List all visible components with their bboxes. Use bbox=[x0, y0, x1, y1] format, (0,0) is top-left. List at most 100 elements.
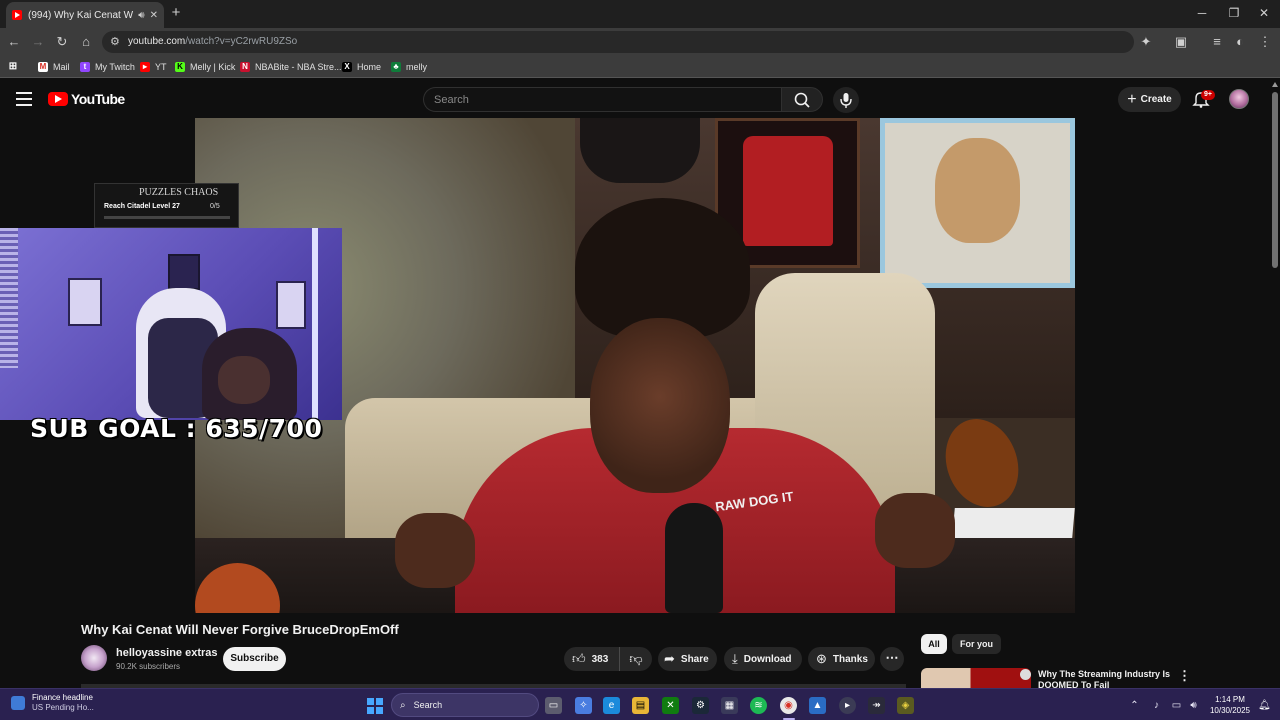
tray-overflow-icon[interactable]: ⌃ bbox=[1128, 699, 1141, 712]
microphone-prop bbox=[665, 503, 723, 613]
channel-badge-icon bbox=[1020, 669, 1031, 680]
new-tab-icon[interactable]: + bbox=[168, 5, 184, 21]
bookmark-nbabite[interactable]: N NBABite - NBA Stre... bbox=[240, 60, 342, 74]
minimize-icon[interactable]: ─ bbox=[1195, 6, 1209, 20]
reload-icon[interactable]: ↻ bbox=[54, 34, 70, 50]
youtube-favicon-icon bbox=[12, 10, 22, 20]
browser-tab[interactable]: (994) Why Kai Cenat Will Ne 🔊︎ ✕ bbox=[6, 2, 164, 28]
youtube-icon: ▸ bbox=[140, 62, 150, 72]
site-info-icon[interactable]: ⚙ bbox=[110, 35, 124, 49]
apps-grid-icon[interactable]: ⊞ bbox=[8, 60, 23, 74]
chip-all[interactable]: All bbox=[921, 634, 947, 654]
notification-center-icon[interactable]: 🔔︎ bbox=[1258, 699, 1271, 712]
media-controls-icon[interactable]: ≡ bbox=[1209, 34, 1225, 50]
like-button[interactable]: 👍︎ 383 bbox=[564, 647, 620, 671]
app-icon[interactable]: ↠ bbox=[868, 697, 885, 714]
download-icon: ⤓ bbox=[732, 651, 738, 666]
xbox-icon[interactable]: ✕ bbox=[662, 697, 679, 714]
wall-frame bbox=[276, 281, 306, 329]
recommended-title[interactable]: Why The Streaming Industry Is DOOMED To … bbox=[1038, 669, 1173, 688]
chrome-icon[interactable]: ◉ bbox=[780, 697, 797, 714]
download-button[interactable]: ⤓ Download bbox=[724, 647, 802, 671]
page-scrollbar[interactable] bbox=[1270, 80, 1280, 688]
bookmark-home[interactable]: X Home bbox=[342, 60, 381, 74]
bookmark-my-twitch[interactable]: t My Twitch bbox=[80, 60, 135, 74]
file-explorer-icon[interactable]: ▤ bbox=[632, 697, 649, 714]
youtube-masthead: YouTube +Create 9+ bbox=[0, 80, 1270, 118]
network-icon[interactable]: ▭ bbox=[1170, 699, 1183, 712]
thumbs-down-icon: 👎︎ bbox=[629, 651, 643, 666]
youtube-logo[interactable]: YouTube bbox=[48, 91, 125, 107]
hamburger-menu-icon[interactable] bbox=[16, 92, 32, 106]
super-thanks-icon: ⊛ bbox=[816, 651, 827, 666]
notification-count-badge: 9+ bbox=[1201, 90, 1215, 100]
photos-icon[interactable]: ▲ bbox=[809, 697, 826, 714]
bookmark-melly[interactable]: ♣ melly bbox=[391, 60, 427, 74]
back-icon[interactable]: ← bbox=[6, 34, 22, 50]
leaf-icon: ♣ bbox=[391, 62, 401, 72]
spotify-icon[interactable]: ≋ bbox=[750, 697, 767, 714]
speaker-icon[interactable]: 🔊︎ bbox=[138, 10, 144, 21]
framed-portrait bbox=[880, 118, 1075, 288]
search-button[interactable] bbox=[781, 87, 823, 112]
scrollbar-thumb[interactable] bbox=[1272, 92, 1278, 268]
share-button[interactable]: ➦ Share bbox=[658, 647, 717, 671]
voice-search-button[interactable] bbox=[833, 87, 859, 113]
bookmark-mail[interactable]: M Mail bbox=[38, 60, 70, 74]
chip-for-you[interactable]: For you bbox=[952, 634, 1001, 654]
forward-icon[interactable]: → bbox=[30, 34, 46, 50]
close-tab-icon[interactable]: ✕ bbox=[150, 10, 158, 21]
home-icon[interactable]: ⌂ bbox=[78, 34, 94, 50]
microphone-tray-icon[interactable]: ♪ bbox=[1150, 699, 1163, 712]
recommended-menu-icon[interactable]: ⋮ bbox=[1178, 668, 1191, 684]
task-view-icon[interactable]: ▭ bbox=[545, 697, 562, 714]
search-box bbox=[423, 87, 781, 112]
search-input[interactable] bbox=[434, 93, 764, 107]
split-view-icon[interactable]: ▣ bbox=[1173, 34, 1189, 50]
media-player-icon[interactable]: ▸ bbox=[839, 697, 856, 714]
restore-icon[interactable]: ❐ bbox=[1227, 6, 1241, 20]
scroll-up-arrow-icon[interactable] bbox=[1272, 82, 1278, 87]
achievement-count: 0/5 bbox=[210, 203, 220, 210]
create-button[interactable]: + Create bbox=[1118, 87, 1181, 112]
steam-icon[interactable]: ⚙ bbox=[692, 697, 709, 714]
system-clock[interactable]: 1:14 PM 10/30/2025 bbox=[1202, 694, 1258, 716]
game-logo: PUZZLES CHAOS bbox=[139, 187, 219, 198]
close-window-icon[interactable]: ✕ bbox=[1257, 6, 1271, 20]
edge-icon[interactable]: e bbox=[603, 697, 620, 714]
like-dislike-group: 👍︎ 383 👎︎ bbox=[564, 647, 652, 671]
app-icon-2[interactable]: ◈ bbox=[897, 697, 914, 714]
microphone-icon bbox=[840, 93, 852, 108]
menu-kebab-icon[interactable]: ⋮ bbox=[1257, 34, 1273, 50]
thanks-button[interactable]: ⊛ Thanks bbox=[808, 647, 875, 671]
dislike-button[interactable]: 👎︎ bbox=[620, 647, 652, 671]
windows-start-icon[interactable] bbox=[367, 698, 383, 714]
volume-icon[interactable]: 🔊︎ bbox=[1187, 699, 1200, 712]
bookmark-yt[interactable]: ▸ YT bbox=[140, 60, 167, 74]
store-icon[interactable]: ▦ bbox=[721, 697, 738, 714]
presenter-hair bbox=[575, 198, 750, 338]
account-avatar[interactable] bbox=[1229, 89, 1249, 109]
profile-icon[interactable]: ◐ bbox=[1232, 34, 1248, 50]
channel-avatar[interactable] bbox=[81, 645, 107, 671]
taskbar-search[interactable]: ⌕ Search bbox=[391, 693, 539, 717]
achievement-widget: PUZZLES CHAOS Reach Citadel Level 27 0/5 bbox=[94, 183, 239, 228]
search-icon bbox=[794, 92, 810, 108]
x-logo-icon: X bbox=[342, 62, 352, 72]
channel-name[interactable]: helloyassine extras bbox=[116, 647, 218, 659]
wall-frame bbox=[68, 278, 102, 326]
address-bar[interactable]: ⚙ youtube.com/watch?v=yC2rwRU9ZSo bbox=[102, 31, 1134, 53]
achievement-text: Reach Citadel Level 27 bbox=[104, 203, 180, 210]
copilot-icon[interactable]: ✧ bbox=[575, 697, 592, 714]
more-actions-icon[interactable]: ⋯ bbox=[880, 647, 904, 671]
kick-icon: K bbox=[175, 62, 185, 72]
extensions-icon[interactable]: ✦ bbox=[1138, 34, 1154, 50]
subscribe-button[interactable]: Subscribe bbox=[223, 647, 286, 671]
news-widget[interactable]: Finance headline US Pending Ho... bbox=[11, 693, 94, 713]
achievement-progress-bar bbox=[104, 216, 230, 219]
bookmarks-bar: ⊞ M Mail t My Twitch ▸ YT K Melly | Kick N NB… bbox=[0, 56, 1280, 78]
nba-icon: N bbox=[240, 62, 250, 72]
bookmark-melly-kick[interactable]: K Melly | Kick bbox=[175, 60, 235, 74]
recommended-thumbnail[interactable] bbox=[921, 668, 1031, 688]
led-strip bbox=[312, 228, 318, 420]
